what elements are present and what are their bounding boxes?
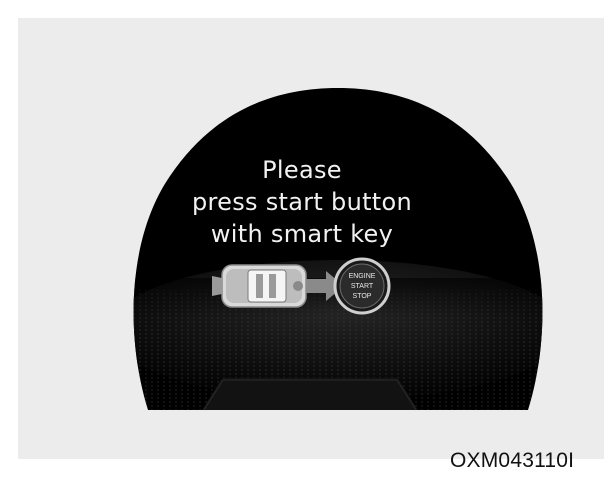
start-button-line-1: ENGINE — [349, 273, 376, 280]
figure-code: OXM043110I — [450, 449, 575, 472]
key-to-button-graphic: ENGINE START STOP — [212, 257, 391, 315]
engine-start-stop-button-icon: ENGINE START STOP — [333, 257, 391, 315]
smart-key-fob-icon — [212, 264, 307, 308]
start-button-line-2: START — [351, 283, 374, 290]
start-button-line-3: STOP — [353, 293, 372, 300]
